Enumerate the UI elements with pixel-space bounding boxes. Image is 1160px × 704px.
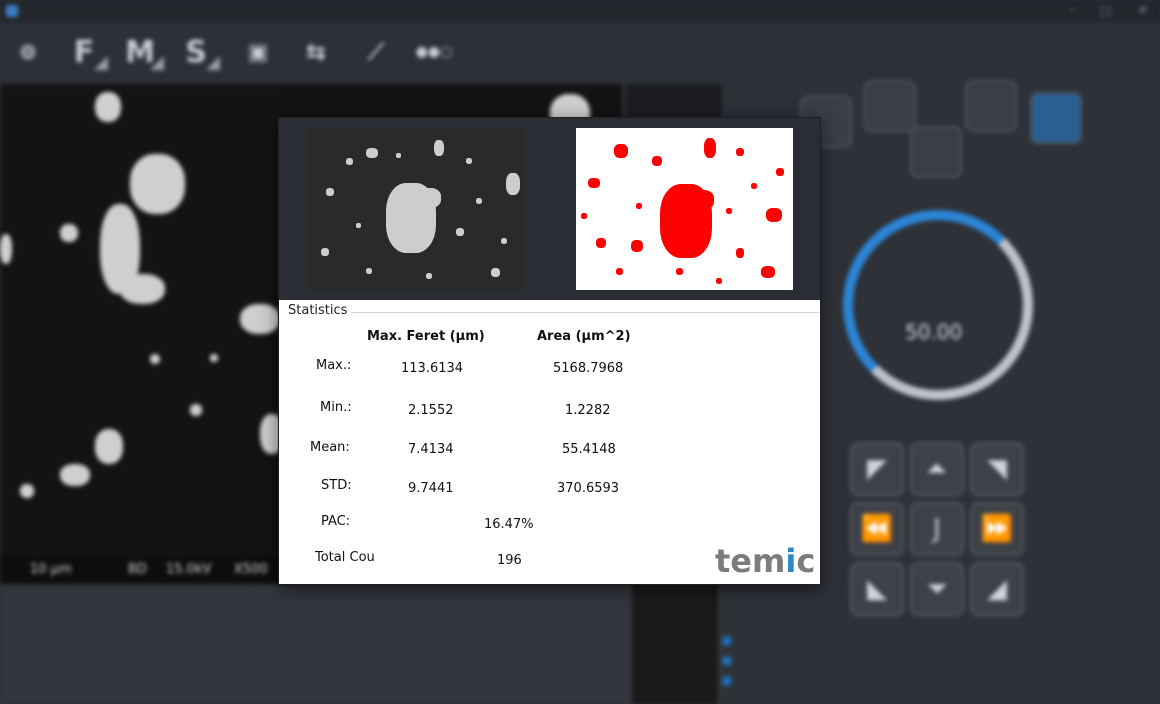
scalebar-length: 10 µm bbox=[30, 562, 72, 577]
magnification-readout: X500 bbox=[234, 562, 268, 577]
minimize-icon[interactable]: – bbox=[1070, 3, 1076, 17]
statistics-divider bbox=[345, 312, 820, 313]
row-label-mean: Mean: bbox=[310, 440, 350, 455]
joystick-center-icon[interactable]: J bbox=[910, 502, 964, 556]
mean-feret-value: 7.4134 bbox=[408, 442, 454, 457]
toolbar-m-button[interactable]: M bbox=[120, 32, 164, 72]
row-label-min: Min.: bbox=[320, 400, 352, 415]
stage-icon[interactable]: ⊚ bbox=[8, 32, 48, 72]
magnification-dial[interactable] bbox=[843, 210, 1033, 400]
row-label-std: STD: bbox=[321, 478, 352, 493]
max-feret-value: 113.6134 bbox=[401, 361, 464, 376]
app-icon bbox=[6, 5, 18, 17]
arrow-right-icon[interactable]: ⏩ bbox=[970, 502, 1024, 556]
main-toolbar: ⊚ F M S ▣ ⇆ ⟋ ●●○ bbox=[0, 22, 1160, 85]
std-area-value: 370.6593 bbox=[557, 481, 620, 496]
toolbar-f-button[interactable]: F bbox=[64, 32, 108, 72]
sem-source-image bbox=[306, 128, 523, 290]
maximize-icon[interactable]: □ bbox=[1100, 3, 1111, 17]
title-bar: – □ ✕ bbox=[0, 0, 1160, 22]
temic-logo: temic bbox=[715, 542, 816, 580]
brightness-icon[interactable] bbox=[965, 80, 1017, 132]
max-area-value: 5168.7968 bbox=[553, 361, 624, 376]
radio-option-2[interactable] bbox=[722, 656, 762, 667]
arrow-up-icon[interactable]: ⏶ bbox=[910, 442, 964, 496]
accelerating-voltage: 15.0kV bbox=[166, 562, 212, 577]
std-feret-value: 9.7441 bbox=[408, 481, 454, 496]
arrow-down-left-icon[interactable]: ◣ bbox=[850, 562, 904, 616]
statistics-group-title: Statistics bbox=[288, 303, 352, 318]
pac-value: 16.47% bbox=[484, 517, 534, 532]
arrow-up-right-icon[interactable]: ◥ bbox=[970, 442, 1024, 496]
row-label-total-count: Total Cou bbox=[315, 550, 375, 565]
row-label-pac: PAC: bbox=[321, 514, 351, 529]
radio-option-3[interactable] bbox=[722, 676, 762, 687]
column-header-max-feret: Max. Feret (µm) bbox=[367, 329, 485, 344]
min-feret-value: 2.1552 bbox=[408, 403, 454, 418]
detector-mode: BD bbox=[128, 562, 147, 577]
transfer-icon[interactable]: ⇆ bbox=[296, 32, 336, 72]
total-count-value: 196 bbox=[497, 553, 522, 568]
statistics-dialog: Statistics Max. Feret (µm) Area (µm^2) M… bbox=[279, 118, 820, 584]
mean-area-value: 55.4148 bbox=[562, 442, 616, 457]
arrow-up-left-icon[interactable]: ◤ bbox=[850, 442, 904, 496]
min-area-value: 1.2282 bbox=[565, 403, 611, 418]
image-preview-area bbox=[279, 118, 820, 300]
stigmator-icon[interactable] bbox=[910, 126, 962, 178]
arrow-down-icon[interactable]: ⏷ bbox=[910, 562, 964, 616]
arrow-left-icon[interactable]: ⏪ bbox=[850, 502, 904, 556]
arrow-down-right-icon[interactable]: ◢ bbox=[970, 562, 1024, 616]
ruler-icon[interactable]: ⟋ bbox=[356, 32, 396, 72]
pointer-mode-icon[interactable] bbox=[1030, 92, 1082, 144]
radio-option-1[interactable] bbox=[722, 636, 762, 647]
magnification-value: 50.00 bbox=[905, 320, 963, 344]
focus-icon[interactable] bbox=[864, 80, 916, 132]
column-header-area: Area (µm^2) bbox=[537, 329, 631, 344]
row-label-max: Max.: bbox=[316, 358, 352, 373]
camera-icon[interactable]: ▣ bbox=[238, 32, 278, 72]
close-icon[interactable]: ✕ bbox=[1138, 3, 1148, 17]
thumbnail-strip[interactable] bbox=[632, 584, 718, 704]
segmentation-image bbox=[576, 128, 793, 290]
record-icon[interactable]: ●●○ bbox=[414, 32, 454, 72]
toolbar-s-button[interactable]: S bbox=[176, 32, 220, 72]
